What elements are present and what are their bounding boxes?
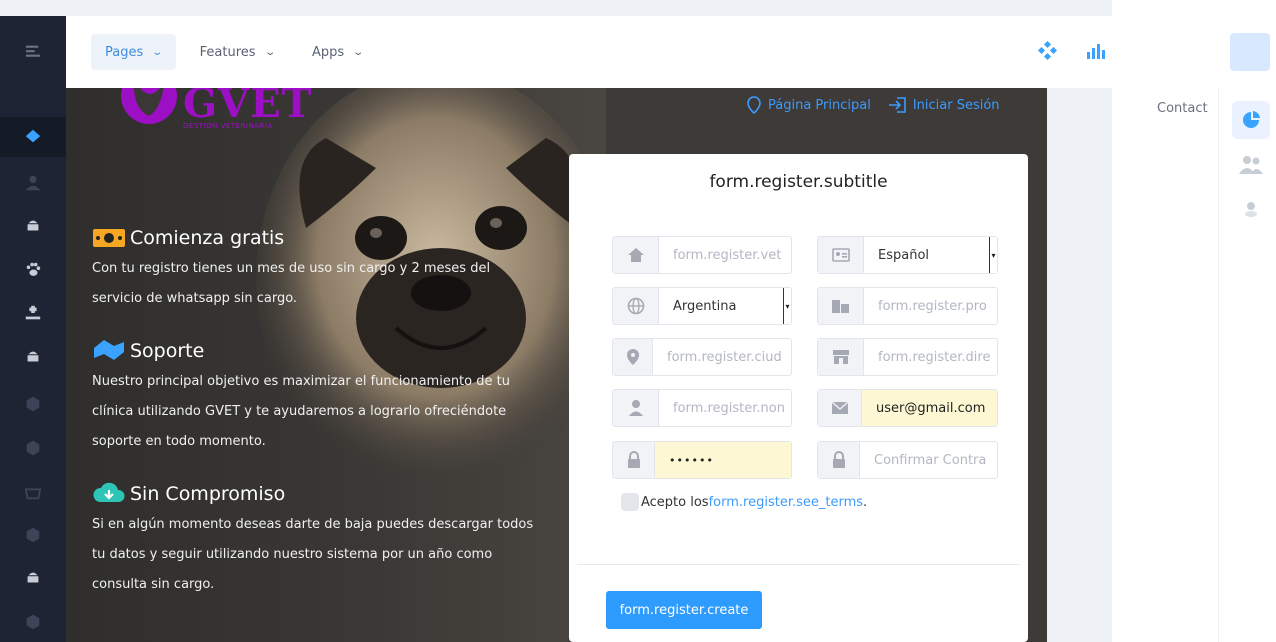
left-sidebar — [0, 16, 66, 642]
country-value: Argentina — [673, 298, 737, 314]
create-account-button[interactable]: form.register.create — [606, 591, 762, 629]
chevron-down-icon: ⌄ — [151, 46, 164, 58]
android-icon[interactable] — [0, 558, 66, 598]
main-menu: Pages ⌄ Features ⌄ Apps ⌄ — [91, 34, 377, 70]
right-rail — [1218, 88, 1276, 642]
password-input[interactable]: •••••• — [655, 442, 791, 478]
vet-field[interactable]: form.register.vet — [612, 236, 792, 274]
logo-tagline: GESTION VETERINARIA — [183, 122, 273, 130]
chevron-down-icon: ⌄ — [352, 46, 365, 58]
feature-support: Soporte Nuestro principal objetivo es ma… — [92, 337, 542, 457]
address-field[interactable]: form.register.dire — [817, 338, 998, 376]
location-pin-icon — [747, 96, 761, 114]
basket-icon[interactable] — [0, 472, 66, 512]
box-icon[interactable] — [0, 384, 66, 424]
register-card: form.register.subtitle form.register.vet… — [569, 154, 1028, 642]
pie-chart-icon[interactable] — [1232, 101, 1270, 139]
confirm-password-input[interactable]: Confirmar Contra — [860, 442, 997, 478]
paw-icon[interactable] — [0, 250, 66, 290]
android-icon[interactable] — [0, 337, 66, 377]
contact-link[interactable]: Contact — [1157, 101, 1208, 116]
user-avatar[interactable] — [1230, 33, 1270, 71]
hero-links: Página Principal Iniciar Sesión — [746, 96, 1000, 114]
terms-checkbox[interactable] — [621, 493, 639, 511]
feature-no-commitment: Sin Compromiso Si en algún momento desea… — [92, 480, 542, 600]
globe-icon — [613, 288, 659, 324]
password-field[interactable]: •••••• — [612, 441, 792, 479]
map-marker-icon — [613, 339, 653, 375]
caret-down-icon: ▾ — [989, 237, 997, 273]
feature-free-text: Con tu registro tienes un mes de uso sin… — [92, 261, 491, 306]
caret-down-icon: ▾ — [783, 288, 791, 324]
menu-features[interactable]: Features ⌄ — [186, 34, 288, 70]
user-icon[interactable] — [0, 163, 66, 203]
box-icon[interactable] — [0, 602, 66, 642]
province-field[interactable]: form.register.pro — [817, 287, 998, 325]
feature-free: Comienza gratis Con tu registro tienes u… — [92, 224, 542, 314]
menu-pages-label: Pages — [105, 44, 144, 60]
store-icon — [818, 339, 864, 375]
name-field[interactable]: form.register.non — [612, 389, 792, 427]
province-input[interactable]: form.register.pro — [864, 288, 997, 324]
user-circle-icon[interactable] — [1232, 190, 1270, 228]
envelope-icon — [818, 390, 862, 426]
android-icon[interactable] — [0, 206, 66, 246]
box-icon[interactable] — [0, 515, 66, 555]
email-input[interactable]: user@gmail.com — [862, 390, 997, 426]
login-link-label: Iniciar Sesión — [912, 97, 1000, 113]
top-navbar: Pages ⌄ Features ⌄ Apps ⌄ — [66, 16, 1199, 88]
cloud-download-icon — [93, 482, 125, 502]
city-field[interactable]: form.register.ciud — [612, 338, 792, 376]
home-link[interactable]: Página Principal — [746, 96, 871, 114]
terms-suffix: . — [863, 494, 868, 510]
language-select[interactable]: Español ▾ — [817, 236, 998, 274]
user-icon — [613, 390, 659, 426]
divider — [577, 564, 1020, 565]
id-card-icon — [818, 237, 864, 273]
terms-row: Acepto los form.register.see_terms . — [621, 493, 867, 511]
confirm-password-field[interactable]: Confirmar Contra — [817, 441, 998, 479]
city-input[interactable]: form.register.ciud — [653, 339, 791, 375]
home-icon — [613, 237, 659, 273]
menu-toggle-icon[interactable] — [0, 31, 66, 71]
feature-no-commitment-text: Si en algún momento deseas darte de baja… — [92, 517, 534, 592]
menu-apps[interactable]: Apps ⌄ — [298, 34, 377, 70]
menu-pages[interactable]: Pages ⌄ — [91, 34, 176, 70]
menu-features-label: Features — [199, 44, 256, 60]
feature-free-title: Comienza gratis — [130, 227, 285, 249]
handshake-icon — [94, 340, 124, 360]
terms-prefix: Acepto los — [641, 494, 709, 510]
top-strip-right — [1112, 0, 1276, 16]
login-icon — [888, 97, 906, 113]
layers-icon[interactable] — [0, 117, 66, 157]
email-field[interactable]: user@gmail.com — [817, 389, 998, 427]
country-select[interactable]: Argentina ▾ — [612, 287, 792, 325]
feature-no-commitment-title: Sin Compromiso — [130, 483, 286, 505]
login-link[interactable]: Iniciar Sesión — [887, 96, 1000, 114]
money-icon — [93, 229, 125, 247]
feature-support-title: Soporte — [130, 340, 205, 362]
chart-bars-icon[interactable] — [1084, 40, 1106, 62]
menu-apps-label: Apps — [311, 44, 345, 60]
apps-diamond-icon[interactable] — [1036, 40, 1058, 62]
name-input[interactable]: form.register.non — [659, 390, 791, 426]
lock-icon — [613, 442, 655, 478]
box-icon[interactable] — [0, 428, 66, 468]
buildings-icon — [818, 288, 864, 324]
hand-care-icon[interactable] — [0, 293, 66, 333]
address-input[interactable]: form.register.dire — [864, 339, 997, 375]
terms-link[interactable]: form.register.see_terms — [709, 495, 863, 510]
feature-support-text: Nuestro principal objetivo es maximizar … — [92, 374, 510, 449]
form-subtitle: form.register.subtitle — [709, 172, 888, 192]
language-value: Español — [878, 247, 930, 263]
chevron-down-icon: ⌄ — [263, 46, 276, 58]
top-strip — [0, 0, 1112, 16]
right-gap — [1047, 88, 1112, 642]
vet-input[interactable]: form.register.vet — [659, 237, 791, 273]
users-icon[interactable] — [1232, 146, 1270, 184]
home-link-label: Página Principal — [768, 97, 871, 113]
lock-icon — [818, 442, 860, 478]
